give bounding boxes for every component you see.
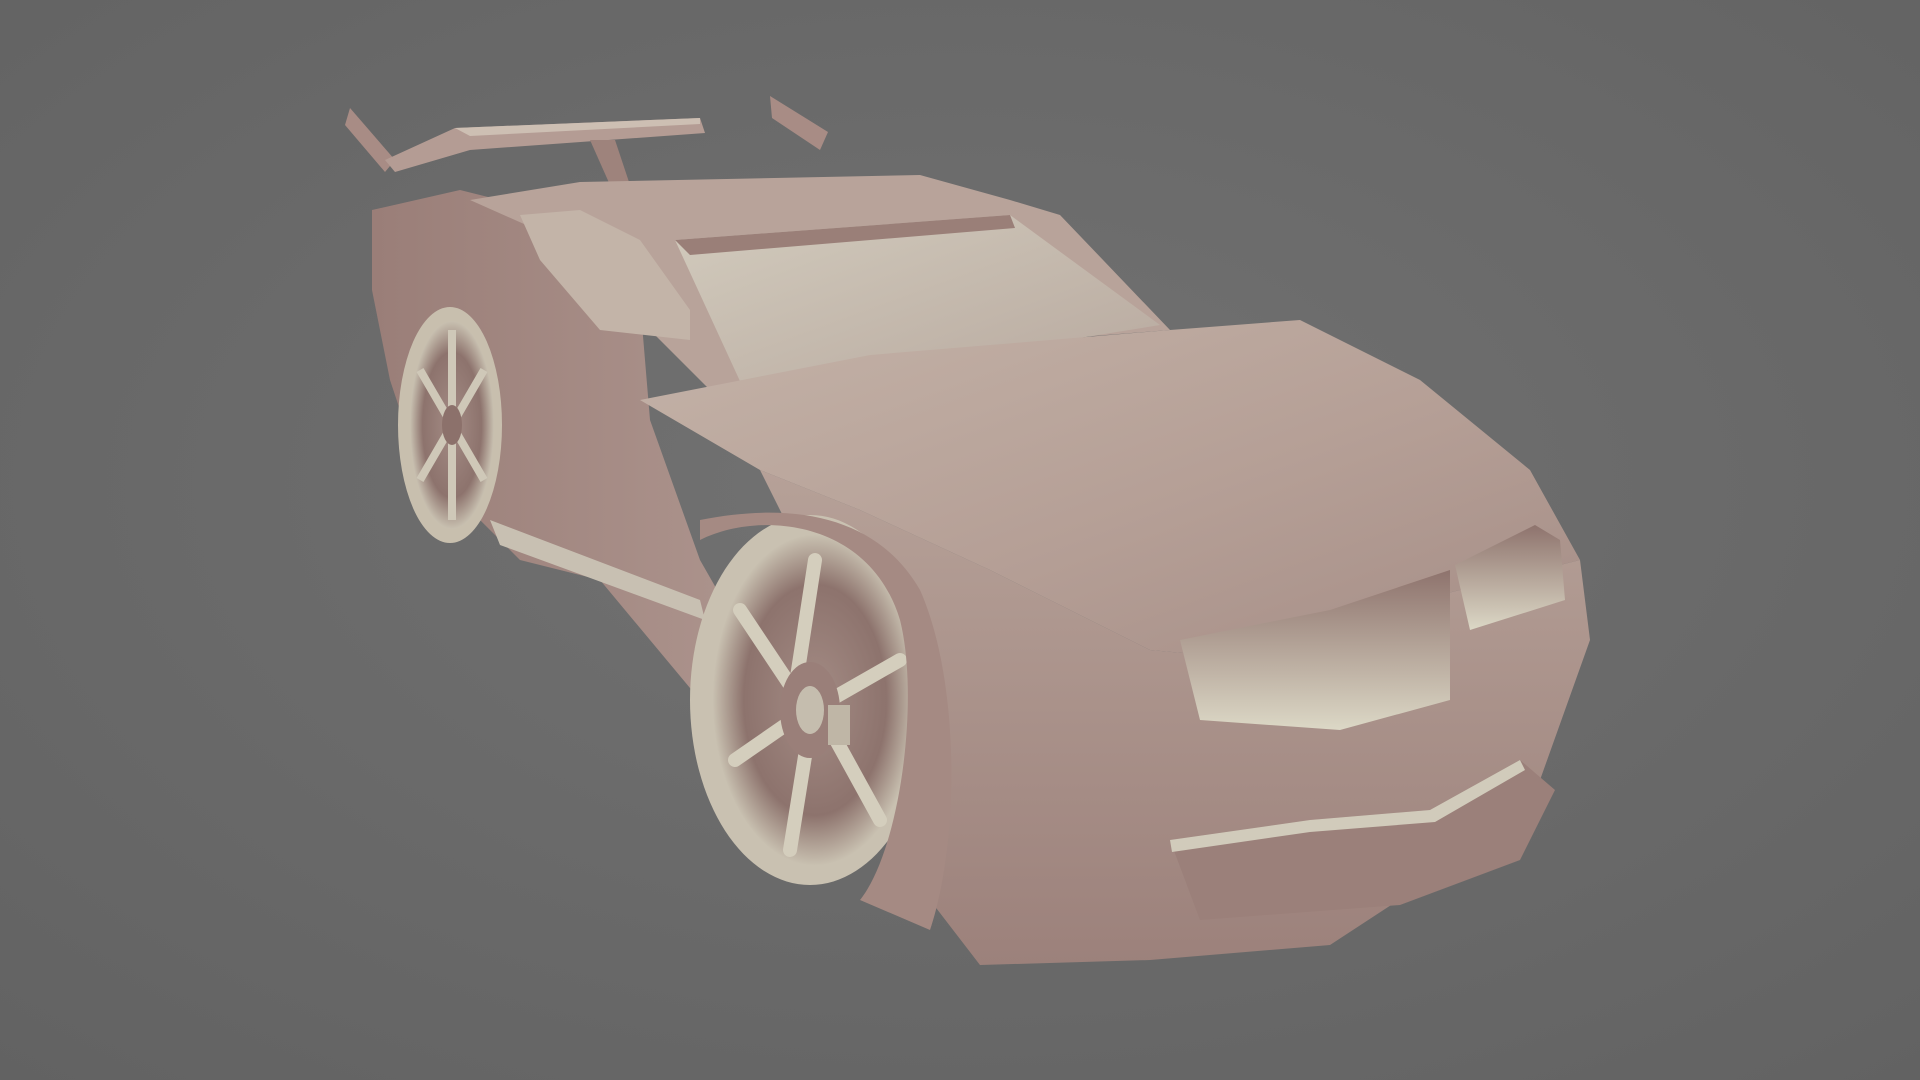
viewport [0, 0, 1920, 1080]
rear-wheel [398, 307, 502, 543]
render-canvas [0, 0, 1920, 1080]
